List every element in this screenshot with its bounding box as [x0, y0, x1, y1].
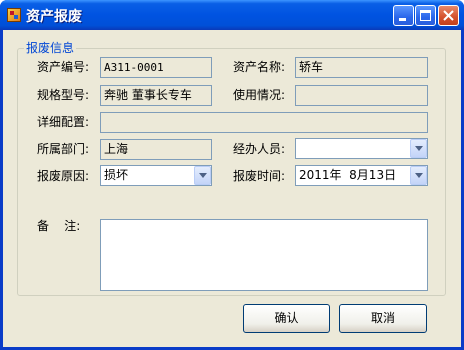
- remark-label: 备 注:: [37, 219, 81, 233]
- minimize-icon: [399, 18, 406, 21]
- date-dropdown-button[interactable]: [410, 166, 427, 185]
- close-icon: [443, 10, 454, 21]
- date-picker[interactable]: 2011年 8月13日: [295, 165, 428, 186]
- minimize-button[interactable]: [393, 5, 414, 26]
- asset-name-label: 资产名称:: [233, 60, 286, 74]
- client-area: 报废信息 资产编号: A311-0001 资产名称: 轿车 规格型号: 奔驰 董…: [3, 30, 461, 347]
- usage-label: 使用情况:: [233, 88, 286, 102]
- window-title: 资产报废: [26, 9, 82, 25]
- dialog-window: 资产报废 报废信息 资产编号: A311-0001 资产名称: 轿车 规格型号:…: [0, 0, 464, 350]
- asset-no-label: 资产编号:: [37, 60, 90, 74]
- model-field[interactable]: 奔驰 董事长专车: [100, 85, 212, 106]
- remark-textarea[interactable]: [100, 219, 428, 291]
- maximize-icon: [420, 10, 431, 21]
- handler-combobox[interactable]: [295, 138, 428, 159]
- model-label: 规格型号:: [37, 88, 90, 102]
- reason-dropdown-button[interactable]: [194, 166, 211, 185]
- handler-label: 经办人员:: [233, 142, 286, 156]
- close-button[interactable]: [438, 5, 459, 26]
- department-label: 所属部门:: [37, 142, 90, 156]
- chevron-down-icon: [415, 146, 423, 151]
- maximize-button[interactable]: [415, 5, 436, 26]
- group-title: 报废信息: [24, 40, 77, 56]
- date-label: 报废时间:: [233, 169, 286, 183]
- chevron-down-icon: [415, 173, 423, 178]
- department-field[interactable]: 上海: [100, 139, 212, 160]
- reason-value: 损坏: [104, 168, 129, 182]
- date-value: 2011年 8月13日: [299, 168, 397, 182]
- reason-label: 报废原因:: [37, 169, 90, 183]
- cancel-button[interactable]: 取消: [339, 304, 427, 333]
- asset-no-field[interactable]: A311-0001: [100, 57, 212, 78]
- config-field[interactable]: [100, 112, 428, 133]
- config-label: 详细配置:: [37, 115, 90, 129]
- asset-name-field[interactable]: 轿车: [295, 57, 428, 78]
- title-bar[interactable]: 资产报废: [0, 0, 464, 30]
- chevron-down-icon: [199, 173, 207, 178]
- usage-field[interactable]: [295, 85, 428, 106]
- reason-combobox[interactable]: 损坏: [100, 165, 212, 186]
- app-icon: [7, 8, 21, 22]
- ok-button[interactable]: 确认: [243, 304, 330, 333]
- handler-dropdown-button[interactable]: [410, 139, 427, 158]
